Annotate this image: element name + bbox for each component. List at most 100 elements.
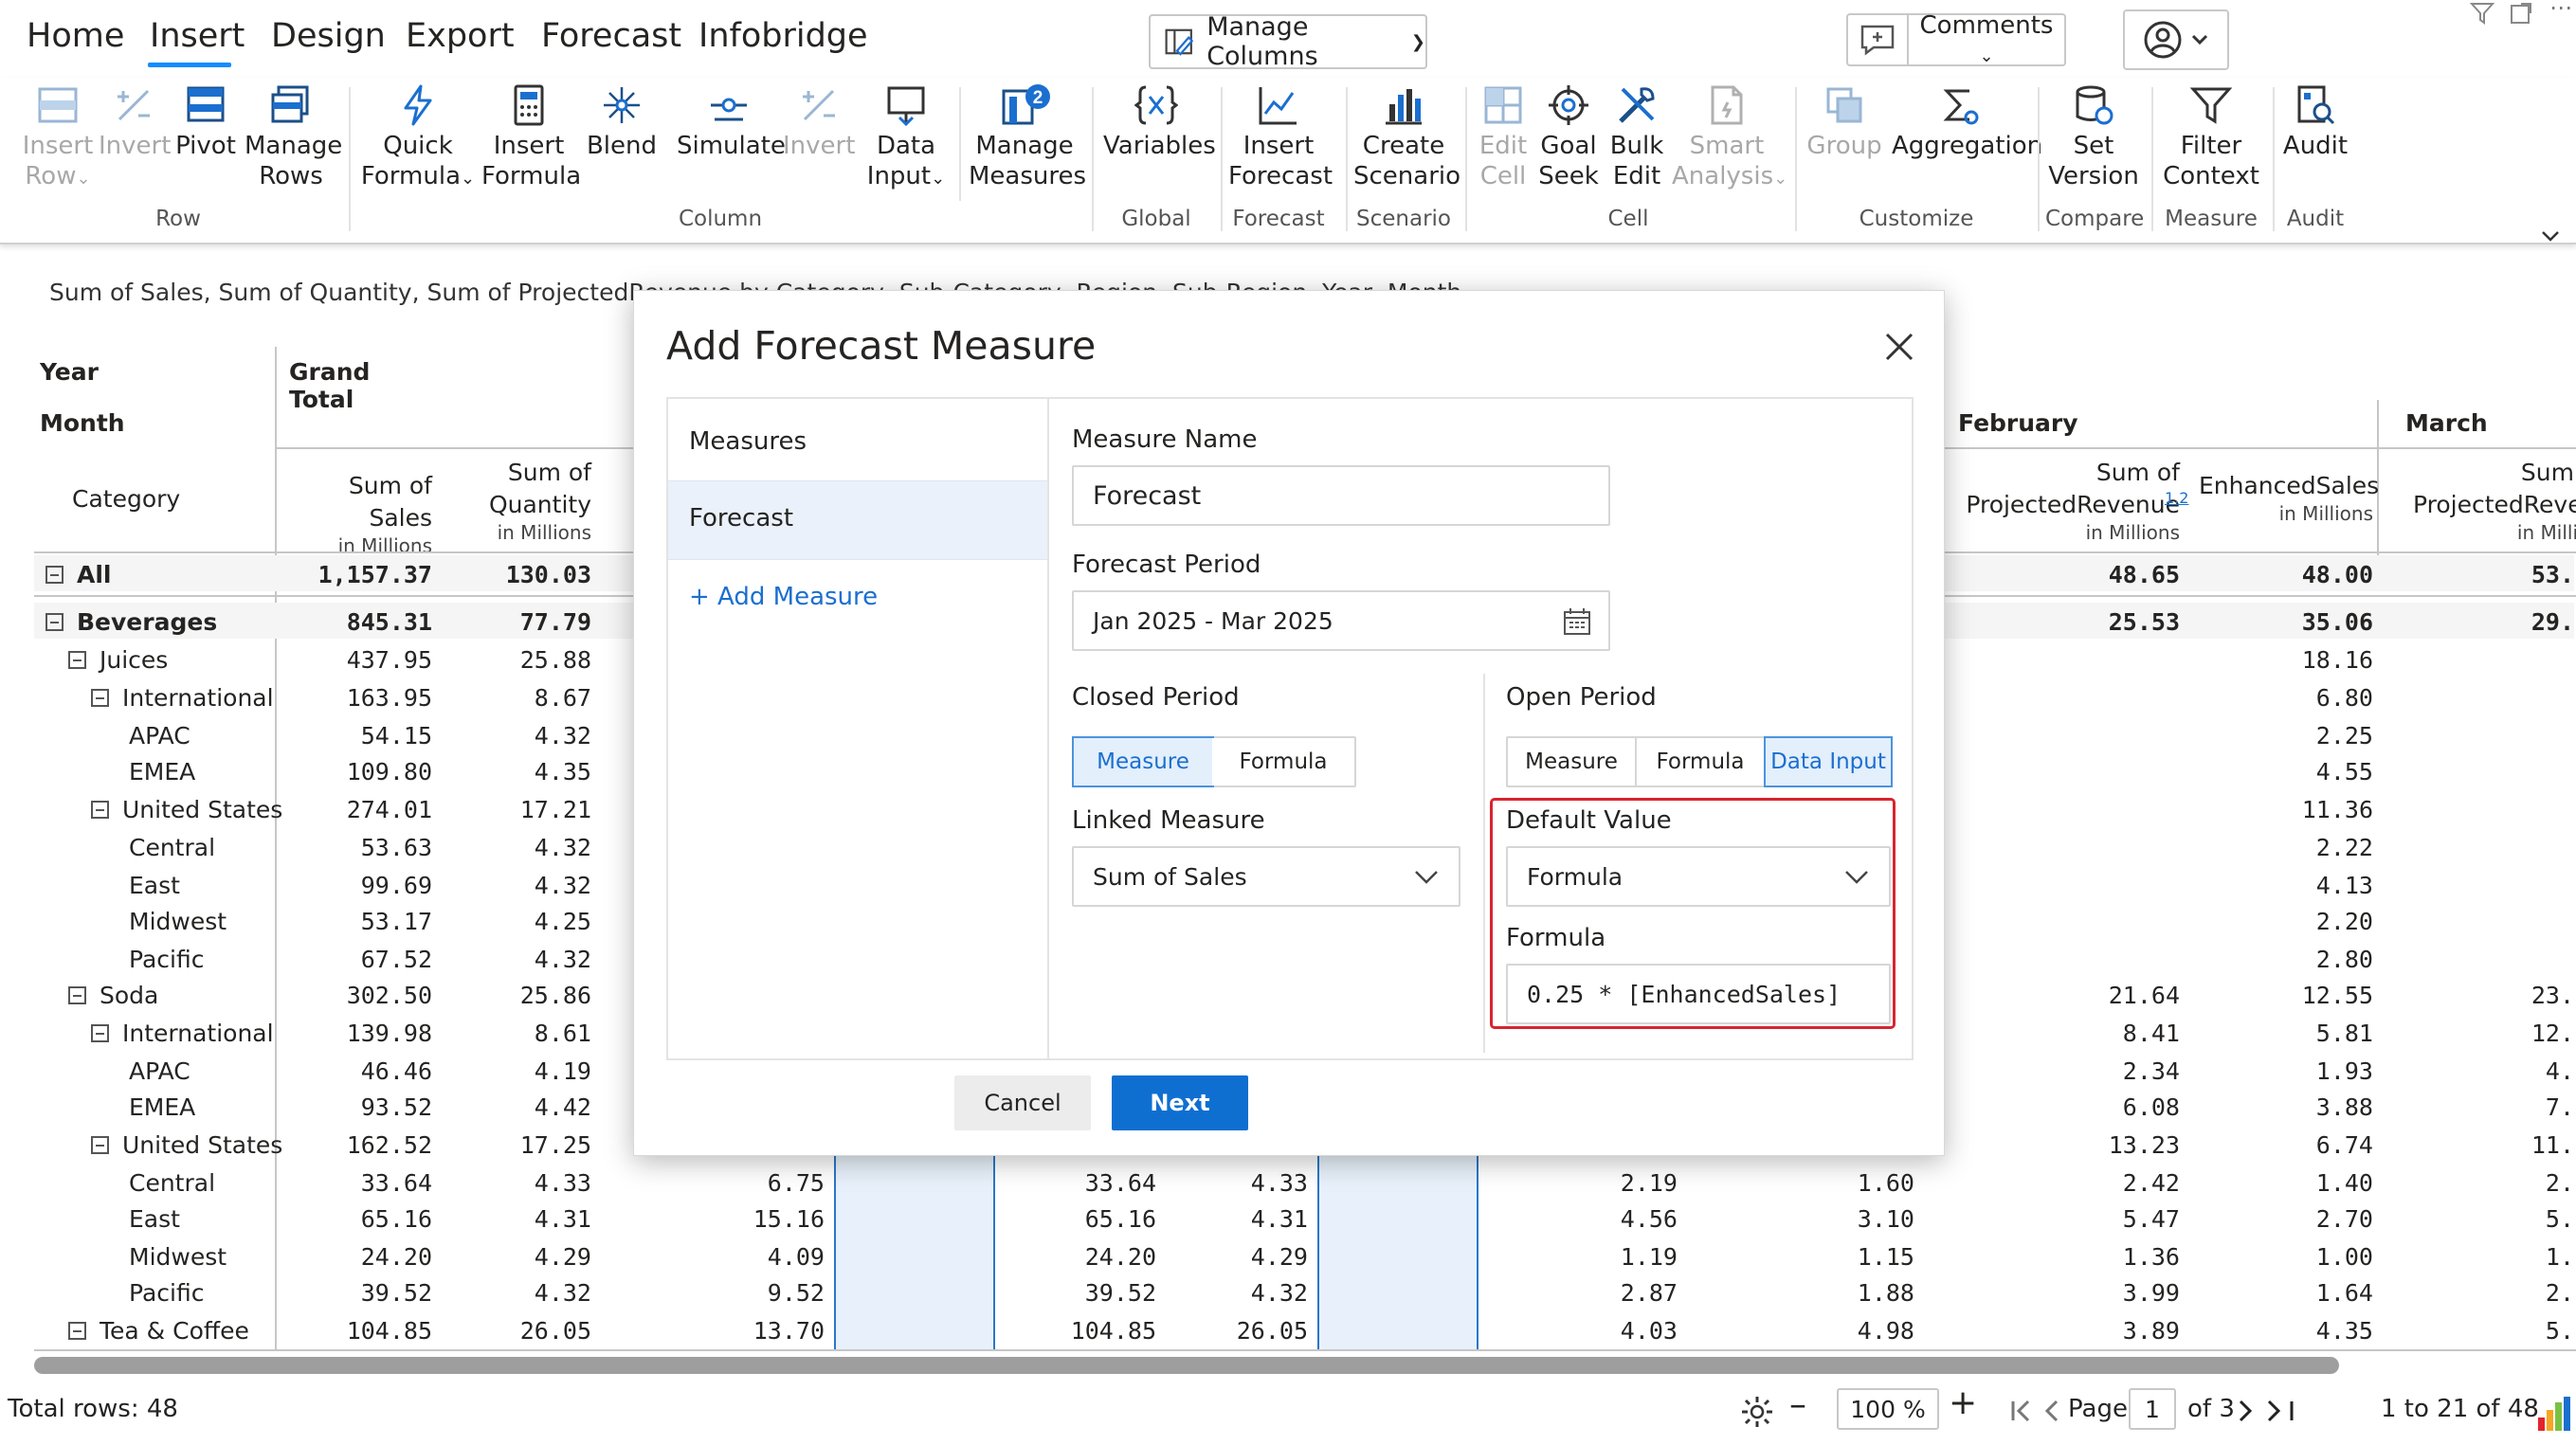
add-measure-link[interactable]: + Add Measure	[689, 583, 878, 611]
filter-icon[interactable]	[2470, 2, 2494, 25]
next-button[interactable]: Next	[1112, 1075, 1248, 1130]
table-cell[interactable]: 4.19	[436, 1057, 591, 1085]
collapse-toggle-icon[interactable]	[91, 1136, 109, 1154]
table-cell[interactable]: 8.61	[436, 1020, 591, 1047]
collapse-toggle-icon[interactable]	[68, 986, 86, 1004]
table-cell[interactable]: 4.29	[1156, 1243, 1308, 1271]
table-cell[interactable]: 6.75	[663, 1169, 825, 1197]
audit-button[interactable]: Audit	[2280, 83, 2350, 161]
table-cell[interactable]: 6.74	[2189, 1131, 2373, 1159]
table-cell[interactable]: 4.32	[436, 722, 591, 750]
table-cell[interactable]: 2.19	[1488, 1169, 1678, 1197]
menu-export[interactable]: Export	[406, 17, 515, 55]
quick-formula-button[interactable]: Quick Formula⌄	[358, 83, 478, 194]
linked-measure-dropdown[interactable]: Sum of Sales	[1072, 846, 1460, 907]
open-period-measure-option[interactable]: Measure	[1508, 738, 1637, 786]
invert-column-button[interactable]: Invert	[783, 83, 855, 161]
menu-home[interactable]: Home	[27, 17, 124, 55]
forecast-period-picker[interactable]: Jan 2025 - Mar 2025	[1072, 590, 1610, 651]
table-cell[interactable]: 13.23	[1933, 1131, 2180, 1159]
table-cell[interactable]: 11.	[2379, 1131, 2574, 1159]
close-icon[interactable]	[1883, 331, 1915, 363]
table-cell[interactable]: 8.67	[436, 684, 591, 712]
collapse-toggle-icon[interactable]	[45, 613, 63, 631]
collapse-toggle-icon[interactable]	[91, 1024, 109, 1042]
table-cell[interactable]: 54.15	[284, 722, 432, 750]
variables-button[interactable]: Variables	[1103, 83, 1216, 161]
table-cell[interactable]: 33.64	[284, 1169, 432, 1197]
collapse-toggle-icon[interactable]	[91, 689, 109, 707]
open-period-data-input-option[interactable]: Data Input	[1764, 736, 1893, 787]
table-cell[interactable]: 104.85	[1005, 1317, 1156, 1345]
table-cell[interactable]: 48.65	[1933, 561, 2180, 588]
table-cell[interactable]: 6.80	[2189, 684, 2373, 712]
table-cell[interactable]: 4.29	[436, 1243, 591, 1271]
measure-list-item-forecast[interactable]: Forecast	[668, 480, 1047, 560]
table-cell[interactable]: 162.52	[284, 1131, 432, 1159]
table-cell[interactable]: 3.89	[1933, 1317, 2180, 1345]
table-cell[interactable]: 33.64	[1005, 1169, 1156, 1197]
table-cell[interactable]: 3.88	[2189, 1093, 2373, 1121]
table-cell[interactable]: 4.35	[2189, 1317, 2373, 1345]
table-cell[interactable]: 25.53	[1933, 608, 2180, 636]
menu-insert[interactable]: Insert	[150, 17, 245, 55]
table-cell[interactable]: 4.42	[436, 1093, 591, 1121]
table-cell[interactable]: 4.13	[2189, 872, 2373, 899]
manage-measures-button[interactable]: 2 Manage Measures	[969, 83, 1086, 191]
table-cell[interactable]: 46.46	[284, 1057, 432, 1085]
table-cell[interactable]: 4.32	[436, 834, 591, 861]
table-cell[interactable]: 4.09	[663, 1243, 825, 1271]
table-cell[interactable]: 53.17	[284, 908, 432, 935]
comments-button[interactable]: Comments ⌄	[1846, 11, 2066, 66]
table-cell[interactable]: 139.98	[284, 1020, 432, 1047]
table-cell[interactable]: 7.	[2379, 1093, 2574, 1121]
table-cell[interactable]: 2.34	[1933, 1057, 2180, 1085]
table-cell[interactable]: 4.25	[436, 908, 591, 935]
ribbon-collapse-icon[interactable]	[2540, 229, 2561, 243]
insert-forecast-button[interactable]: Insert Forecast	[1228, 83, 1333, 191]
more-options-icon[interactable]: ⋯	[2549, 0, 2572, 21]
table-cell[interactable]: 2.42	[1933, 1169, 2180, 1197]
page-number-input[interactable]: 1	[2129, 1388, 2176, 1430]
table-cell[interactable]: 4.98	[1687, 1317, 1914, 1345]
table-cell[interactable]: 845.31	[284, 608, 432, 636]
table-cell[interactable]: 2.80	[2189, 946, 2373, 973]
table-cell[interactable]: 1.64	[2189, 1279, 2373, 1307]
table-cell[interactable]: 1.00	[2189, 1243, 2373, 1271]
table-cell[interactable]: 4.03	[1488, 1317, 1678, 1345]
first-prev-page-icon[interactable]	[2009, 1399, 2070, 1423]
table-cell[interactable]: 2.70	[2189, 1205, 2373, 1233]
invert-row-button[interactable]: Invert	[99, 83, 171, 161]
collapse-toggle-icon[interactable]	[45, 566, 63, 584]
group-button[interactable]: Group	[1806, 83, 1882, 161]
table-cell[interactable]: 5.81	[2189, 1020, 2373, 1047]
table-cell[interactable]: 109.80	[284, 758, 432, 786]
closed-period-measure-option[interactable]: Measure	[1072, 736, 1214, 787]
blend-button[interactable]: Blend	[586, 83, 658, 161]
table-cell[interactable]: 25.86	[436, 982, 591, 1009]
table-cell[interactable]: 5.	[2379, 1205, 2574, 1233]
table-cell[interactable]: 104.85	[284, 1317, 432, 1345]
table-cell[interactable]: 1.19	[1488, 1243, 1678, 1271]
horizontal-scrollbar[interactable]	[34, 1357, 2339, 1374]
table-cell[interactable]: 4.	[2379, 1057, 2574, 1085]
zoom-level-input[interactable]: 100 %	[1837, 1388, 1939, 1430]
closed-period-formula-option[interactable]: Formula	[1212, 738, 1354, 786]
table-cell[interactable]: 2.	[2379, 1279, 2574, 1307]
table-cell[interactable]: 25.88	[436, 646, 591, 674]
pivot-button[interactable]: Pivot	[174, 83, 237, 161]
table-cell[interactable]: 4.32	[436, 1279, 591, 1307]
measure-name-input[interactable]: Forecast	[1072, 465, 1610, 526]
open-period-formula-option[interactable]: Formula	[1637, 738, 1766, 786]
table-cell[interactable]: 11.36	[2189, 796, 2373, 823]
insert-row-button[interactable]: Insert Row⌄	[21, 83, 95, 194]
bulk-edit-button[interactable]: Bulk Edit	[1605, 83, 1668, 191]
zoom-in-icon[interactable]: +	[1949, 1383, 1977, 1422]
table-cell[interactable]: 4.33	[436, 1169, 591, 1197]
table-cell[interactable]: 4.32	[436, 946, 591, 973]
table-cell[interactable]: 274.01	[284, 796, 432, 823]
table-cell[interactable]: 53.	[2379, 561, 2574, 588]
insert-formula-button[interactable]: Insert Formula	[481, 83, 581, 191]
table-cell[interactable]: 3.99	[1933, 1279, 2180, 1307]
table-cell[interactable]: 3.10	[1687, 1205, 1914, 1233]
